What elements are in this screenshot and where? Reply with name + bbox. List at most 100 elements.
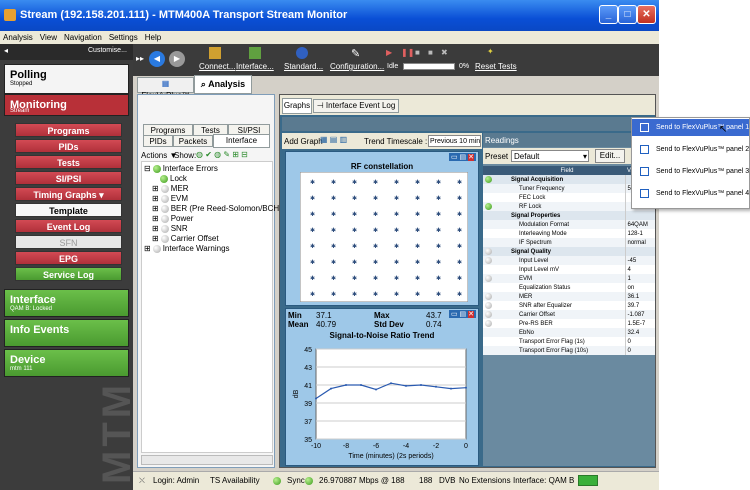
tree-item-ber[interactable]: ⊞ BER (Pre Reed-Solomon/BCH)	[152, 204, 282, 213]
constellation-symbol: ✱	[373, 179, 378, 186]
pause-icon[interactable]: ❚❚	[401, 48, 414, 57]
tab-analysis[interactable]: ⌕ Analysis	[194, 75, 252, 94]
reading-row[interactable]: MER 36.1	[483, 292, 655, 301]
reading-value: 1.5E-7	[624, 319, 655, 328]
expand-icon[interactable]: ▸▸	[136, 54, 144, 63]
nav-template-button[interactable]: Template	[15, 203, 122, 217]
menu-item-panel-2[interactable]: Send to FlexVuPlus™ panel 2	[632, 141, 749, 158]
menu-item-panel-3[interactable]: Send to FlexVuPlus™ panel 3	[632, 163, 749, 180]
menu-item-panel-4[interactable]: Send to FlexVuPlus™ panel 4	[632, 185, 749, 202]
nav-epg-button[interactable]: EPG	[15, 251, 122, 265]
close-button[interactable]: ✕	[637, 5, 656, 24]
reading-row[interactable]: IF Spectrum normal	[483, 238, 655, 247]
nav-event-log-button[interactable]: Event Log	[15, 219, 122, 233]
reading-status	[483, 193, 509, 202]
menu-settings[interactable]: Settings	[109, 33, 138, 42]
record-icon[interactable]: ■	[428, 48, 433, 57]
tree-item-mer[interactable]: ⊞ MER	[152, 184, 188, 193]
reading-row[interactable]: FEC Lock	[483, 193, 655, 202]
reading-row[interactable]: EVM 1	[483, 274, 655, 283]
rf-panel-buttons[interactable]: ▭ ▤ ✕	[449, 153, 476, 161]
stop-icon[interactable]: ■	[415, 48, 420, 57]
reading-row[interactable]: SNR after Equalizer 39.7	[483, 301, 655, 310]
tab-packets[interactable]: Packets	[173, 135, 213, 147]
tab-graphs[interactable]: Graphs	[282, 98, 312, 114]
tree-item-interface-errors[interactable]: ⊟ Interface Errors	[144, 164, 218, 173]
tree-item-power[interactable]: ⊞ Power	[152, 214, 193, 223]
reading-row[interactable]: Tuner Frequency500	[483, 184, 655, 193]
reset-tests-button[interactable]: Reset Tests	[475, 62, 517, 71]
back-icon[interactable]: ◀	[149, 51, 165, 67]
clear-icon[interactable]: ✖	[441, 48, 448, 57]
reading-status	[483, 301, 509, 310]
tab-pids[interactable]: PIDs	[143, 135, 173, 147]
reading-row[interactable]: Input Level mV 4	[483, 265, 655, 274]
constellation-symbol: ✱	[457, 275, 462, 282]
title-bar: Stream (192.158.201.111) - MTM400A Trans…	[0, 0, 659, 31]
reading-row[interactable]: Interleaving Mode 128-1	[483, 229, 655, 238]
tab-flexvuplus[interactable]: ▦ FlexVuPlus™	[137, 77, 194, 100]
nav-info-events[interactable]: Info Events	[4, 319, 129, 347]
minimize-button[interactable]: _	[599, 5, 618, 24]
edit-preset-button[interactable]: Edit...	[595, 149, 625, 163]
tab-interface[interactable]: Interface	[213, 134, 270, 148]
nav-pids-button[interactable]: PIDs	[15, 139, 122, 153]
constellation-plot: ✱ ✱ ✱ ✱ ✱ ✱ ✱ ✱ ✱ ✱ ✱ ✱ ✱ ✱ ✱ ✱ ✱ ✱ ✱ ✱ ✱ ✱ ✱ ✱ ✱ ✱ ✱ ✱ ✱ ✱ ✱ ✱ ✱ ✱ ✱ ✱ ✱ ✱ ✱ ✱…	[300, 172, 468, 302]
nav-sipsi-button[interactable]: SI/PSI	[15, 171, 122, 185]
preset-select[interactable]: Default ▾	[511, 150, 589, 162]
nav-sfn-button[interactable]: SFN	[15, 235, 122, 249]
reading-row[interactable]: Signal Acquisition	[483, 175, 655, 184]
tree-item-snr[interactable]: ⊞ SNR	[152, 224, 188, 233]
tree-item-evm[interactable]: ⊞ EVM	[152, 194, 188, 203]
trend-timescale-select[interactable]: Previous 10 mins	[428, 135, 481, 147]
configuration-button[interactable]: Configuration...	[330, 62, 384, 71]
standard-button[interactable]: Standard...	[284, 62, 323, 71]
progress-bar	[403, 63, 455, 70]
nav-tests-button[interactable]: Tests	[15, 155, 122, 169]
customise-link[interactable]: Customise...	[88, 47, 127, 54]
reading-row[interactable]: Carrier Offset -1.087	[483, 310, 655, 319]
add-graph-icons[interactable]: ▦ ▤ ▥	[320, 135, 347, 144]
reading-row[interactable]: Pre-RS BER 1.5E-7	[483, 319, 655, 328]
maximize-button[interactable]: □	[618, 5, 637, 24]
constellation-symbol: ✱	[394, 227, 399, 234]
nav-programs-button[interactable]: Programs	[15, 123, 122, 137]
forward-icon[interactable]: ▶	[169, 51, 185, 67]
menu-navigation[interactable]: Navigation	[64, 33, 102, 42]
nav-interface[interactable]: Interface QAM B: Locked	[4, 289, 129, 317]
reading-row[interactable]: RF Lock	[483, 202, 655, 211]
nav-monitoring[interactable]: Monitoring Stream	[4, 94, 129, 116]
rf-constellation-title: RF constellation	[350, 162, 414, 171]
reading-row[interactable]: Transport Error Flag (1s) 0	[483, 337, 655, 346]
reading-row[interactable]: Transport Error Flag (10s) 0	[483, 346, 655, 355]
collapse-icon[interactable]: ◂	[4, 46, 8, 55]
tree-item-carrier-offset[interactable]: ⊞ Carrier Offset	[152, 234, 219, 243]
tree-item-interface-warnings[interactable]: ⊞ Interface Warnings	[144, 244, 230, 253]
menu-view[interactable]: View	[40, 33, 57, 42]
interface-button[interactable]: Interface...	[236, 62, 274, 71]
reading-row[interactable]: EbNo 32.4	[483, 328, 655, 337]
reading-row[interactable]: Signal Properties	[483, 211, 655, 220]
menu-analysis[interactable]: Analysis	[3, 33, 33, 42]
reading-row[interactable]: Input Level -45	[483, 256, 655, 265]
tab-interface-event-log[interactable]: ⊣ Interface Event Log	[313, 99, 399, 113]
connect-button[interactable]: Connect...	[199, 62, 235, 71]
nav-timing-graphs-button[interactable]: Timing Graphs ▾	[15, 187, 122, 201]
snr-panel-buttons[interactable]: ▭ ▤ ✕	[449, 310, 476, 318]
reading-row[interactable]: Modulation Format 64QAM	[483, 220, 655, 229]
nav-service-log-button[interactable]: Service Log	[15, 267, 122, 281]
menu-help[interactable]: Help	[145, 33, 161, 42]
horizontal-scrollbar[interactable]	[141, 455, 273, 465]
reading-status	[483, 247, 509, 256]
filter-icons[interactable]: ◍ ✔ ◍ ✎ ⊞ ⊟	[196, 150, 248, 159]
tree-item-lock[interactable]: Lock	[160, 174, 187, 183]
status-idle-icon	[160, 234, 169, 243]
play-icon[interactable]: ▶	[386, 48, 392, 57]
reading-row[interactable]: Equalization Status on	[483, 283, 655, 292]
menu-item-panel-1[interactable]: Send to FlexVuPlus™ panel 1	[632, 119, 749, 136]
idle-label: Idle	[387, 63, 399, 70]
nav-polling[interactable]: Polling Stopped	[4, 64, 129, 94]
reading-field: FEC Lock	[519, 194, 546, 201]
reading-row[interactable]: Signal Quality	[483, 247, 655, 256]
actions-menu[interactable]: Actions ▼	[141, 151, 177, 160]
